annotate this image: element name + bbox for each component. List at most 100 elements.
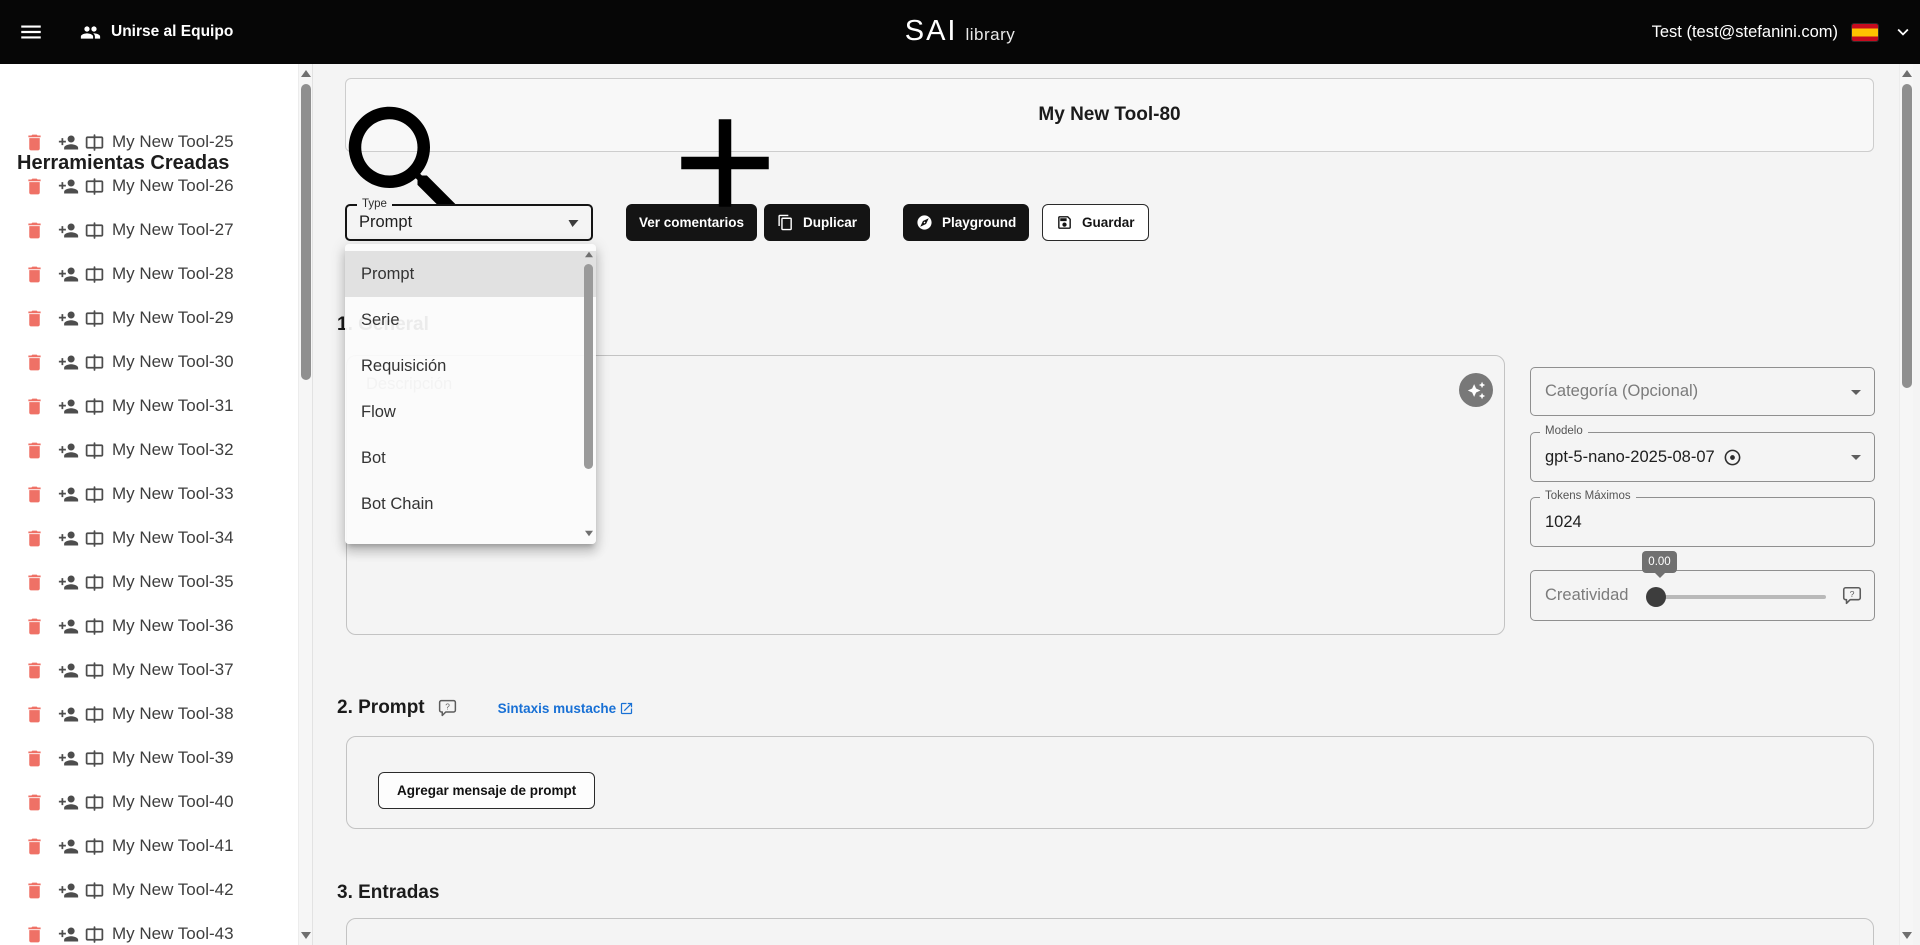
- person-add-icon[interactable]: [58, 660, 79, 681]
- rename-icon[interactable]: [84, 924, 105, 945]
- tool-name[interactable]: My New Tool-43: [112, 924, 234, 944]
- menu-scrollbar[interactable]: [582, 244, 595, 544]
- delete-icon[interactable]: [24, 880, 45, 901]
- delete-icon[interactable]: [24, 396, 45, 417]
- language-flag-spain[interactable]: [1852, 24, 1878, 41]
- scroll-down-arrow[interactable]: [301, 932, 311, 939]
- tool-name[interactable]: My New Tool-42: [112, 880, 234, 900]
- tool-list-item[interactable]: My New Tool-36: [0, 604, 297, 648]
- person-add-icon[interactable]: [58, 132, 79, 153]
- delete-icon[interactable]: [24, 924, 45, 945]
- tool-name[interactable]: My New Tool-35: [112, 572, 234, 592]
- delete-icon[interactable]: [24, 748, 45, 769]
- type-option[interactable]: Requisición: [345, 343, 596, 389]
- scroll-up-arrow[interactable]: [301, 70, 311, 77]
- ai-generate-button[interactable]: [1459, 373, 1493, 407]
- tool-list-item[interactable]: My New Tool-31: [0, 384, 297, 428]
- sidebar-scrollbar[interactable]: [298, 64, 312, 945]
- tool-name[interactable]: My New Tool-36: [112, 616, 234, 636]
- tool-list-item[interactable]: My New Tool-28: [0, 252, 297, 296]
- type-option[interactable]: Flow: [345, 389, 596, 435]
- rename-icon[interactable]: [84, 220, 105, 241]
- delete-icon[interactable]: [24, 616, 45, 637]
- scroll-up-arrow[interactable]: [1902, 70, 1912, 77]
- delete-icon[interactable]: [24, 440, 45, 461]
- max-tokens-field[interactable]: Tokens Máximos 1024: [1530, 497, 1875, 547]
- tool-list-item[interactable]: My New Tool-32: [0, 428, 297, 472]
- delete-icon[interactable]: [24, 264, 45, 285]
- rename-icon[interactable]: [84, 528, 105, 549]
- delete-icon[interactable]: [24, 528, 45, 549]
- tool-name[interactable]: My New Tool-31: [112, 396, 234, 416]
- category-select[interactable]: Categoría (Opcional): [1530, 367, 1875, 416]
- tool-name[interactable]: My New Tool-26: [112, 176, 234, 196]
- tool-list-item[interactable]: My New Tool-34: [0, 516, 297, 560]
- rename-icon[interactable]: [84, 396, 105, 417]
- person-add-icon[interactable]: [58, 352, 79, 373]
- save-button[interactable]: Guardar: [1042, 204, 1149, 241]
- tool-list-item[interactable]: My New Tool-25: [0, 120, 297, 164]
- tool-name[interactable]: My New Tool-28: [112, 264, 234, 284]
- person-add-icon[interactable]: [58, 220, 79, 241]
- tool-name[interactable]: My New Tool-27: [112, 220, 234, 240]
- person-add-icon[interactable]: [58, 748, 79, 769]
- slider-thumb[interactable]: [1646, 587, 1666, 607]
- person-add-icon[interactable]: [58, 308, 79, 329]
- rename-icon[interactable]: [84, 572, 105, 593]
- slider-track[interactable]: [1654, 595, 1826, 599]
- rename-icon[interactable]: [84, 880, 105, 901]
- delete-icon[interactable]: [24, 176, 45, 197]
- tool-name[interactable]: My New Tool-34: [112, 528, 234, 548]
- tool-list-item[interactable]: My New Tool-33: [0, 472, 297, 516]
- type-option[interactable]: Prompt: [345, 251, 596, 297]
- rename-icon[interactable]: [84, 176, 105, 197]
- scroll-up-arrow[interactable]: [585, 252, 593, 258]
- delete-icon[interactable]: [24, 572, 45, 593]
- sidebar-scrollbar-thumb[interactable]: [301, 84, 311, 380]
- tool-name[interactable]: My New Tool-40: [112, 792, 234, 812]
- rename-icon[interactable]: [84, 352, 105, 373]
- playground-button[interactable]: Playground: [903, 204, 1029, 241]
- menu-scrollbar-thumb[interactable]: [584, 264, 593, 469]
- help-bubble-icon[interactable]: [1841, 585, 1863, 607]
- type-option[interactable]: Serie: [345, 297, 596, 343]
- tool-name[interactable]: My New Tool-37: [112, 660, 234, 680]
- tool-name[interactable]: My New Tool-29: [112, 308, 234, 328]
- delete-icon[interactable]: [24, 308, 45, 329]
- main-scrollbar-thumb[interactable]: [1902, 84, 1912, 388]
- rename-icon[interactable]: [84, 308, 105, 329]
- person-add-icon[interactable]: [58, 836, 79, 857]
- tool-name[interactable]: My New Tool-25: [112, 132, 234, 152]
- person-add-icon[interactable]: [58, 176, 79, 197]
- person-add-icon[interactable]: [58, 880, 79, 901]
- delete-icon[interactable]: [24, 660, 45, 681]
- rename-icon[interactable]: [84, 484, 105, 505]
- chevron-down-icon[interactable]: [1892, 21, 1914, 43]
- rename-icon[interactable]: [84, 792, 105, 813]
- delete-icon[interactable]: [24, 484, 45, 505]
- rename-icon[interactable]: [84, 748, 105, 769]
- type-select[interactable]: Type Prompt: [345, 204, 593, 241]
- tool-name[interactable]: My New Tool-41: [112, 836, 234, 856]
- type-option[interactable]: Bot: [345, 435, 596, 481]
- tool-name[interactable]: My New Tool-30: [112, 352, 234, 372]
- person-add-icon[interactable]: [58, 528, 79, 549]
- person-add-icon[interactable]: [58, 924, 79, 945]
- person-add-icon[interactable]: [58, 440, 79, 461]
- tool-list-item[interactable]: My New Tool-37: [0, 648, 297, 692]
- delete-icon[interactable]: [24, 220, 45, 241]
- tool-name[interactable]: My New Tool-38: [112, 704, 234, 724]
- add-prompt-message-button[interactable]: Agregar mensaje de prompt: [378, 772, 595, 809]
- tool-list-item[interactable]: My New Tool-30: [0, 340, 297, 384]
- person-add-icon[interactable]: [58, 484, 79, 505]
- rename-icon[interactable]: [84, 660, 105, 681]
- tool-list-item[interactable]: My New Tool-40: [0, 780, 297, 824]
- tool-list-item[interactable]: My New Tool-39: [0, 736, 297, 780]
- person-add-icon[interactable]: [58, 572, 79, 593]
- tool-list-item[interactable]: My New Tool-38: [0, 692, 297, 736]
- scroll-down-arrow[interactable]: [1902, 932, 1912, 939]
- tool-name[interactable]: My New Tool-33: [112, 484, 234, 504]
- model-select[interactable]: Modelo gpt-5-nano-2025-08-07: [1530, 432, 1875, 482]
- main-scrollbar[interactable]: [1899, 64, 1913, 945]
- rename-icon[interactable]: [84, 264, 105, 285]
